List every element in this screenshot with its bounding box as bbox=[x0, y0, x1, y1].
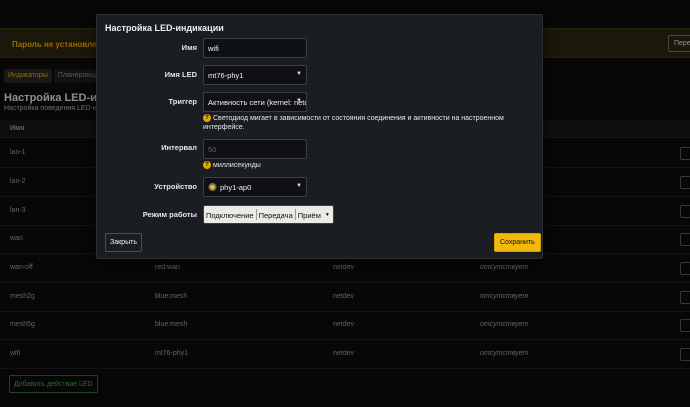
trigger-select[interactable]: Активность сети (kernel: netdev) ▼ bbox=[203, 92, 307, 112]
mode-option-tx[interactable]: Передача bbox=[257, 206, 295, 223]
trigger-help: ? Светодиод мигает в зависимости от состо… bbox=[203, 114, 523, 132]
led-name-select[interactable]: mt76-phy1 ▼ bbox=[203, 65, 307, 85]
name-label: Имя bbox=[181, 43, 197, 52]
chevron-down-icon: ▼ bbox=[324, 212, 330, 218]
interval-help: ? миллисекунды bbox=[203, 161, 261, 170]
save-button[interactable]: Сохранить bbox=[494, 233, 541, 252]
trigger-help-text: Светодиод мигает в зависимости от состоя… bbox=[203, 115, 504, 131]
trigger-label: Триггер bbox=[168, 97, 198, 106]
chevron-down-icon: ▼ bbox=[296, 98, 302, 104]
mode-multiselect[interactable]: Подключение Передача Приём ▼ bbox=[203, 205, 334, 224]
led-name-label: Имя LED bbox=[164, 70, 197, 79]
mode-option-rx[interactable]: Приём bbox=[296, 206, 323, 223]
chevron-down-icon: ▼ bbox=[296, 71, 302, 77]
device-value: phy1-ap0 bbox=[220, 183, 252, 192]
mode-label: Режим работы bbox=[142, 210, 197, 219]
help-icon: ? bbox=[203, 161, 211, 169]
close-button[interactable]: Закрыть bbox=[105, 233, 142, 252]
device-select[interactable]: phy1-ap0 ▼ bbox=[203, 177, 307, 197]
wifi-device-icon bbox=[208, 183, 217, 192]
help-icon: ? bbox=[203, 114, 211, 122]
chevron-down-icon: ▼ bbox=[296, 183, 302, 189]
led-name-value: mt76-phy1 bbox=[208, 71, 244, 80]
interval-input[interactable]: 50 bbox=[203, 139, 307, 159]
interval-label: Интервал bbox=[161, 143, 197, 152]
trigger-value: Активность сети (kernel: netdev) bbox=[208, 98, 306, 107]
led-config-modal: Настройка LED-индикации Имя wifi Имя LED… bbox=[96, 14, 543, 259]
mode-option-link[interactable]: Подключение bbox=[204, 206, 256, 223]
name-input[interactable]: wifi bbox=[203, 38, 307, 58]
interval-help-text: миллисекунды bbox=[213, 162, 261, 169]
device-label: Устройство bbox=[154, 182, 197, 191]
modal-title: Настройка LED-индикации bbox=[105, 23, 224, 33]
